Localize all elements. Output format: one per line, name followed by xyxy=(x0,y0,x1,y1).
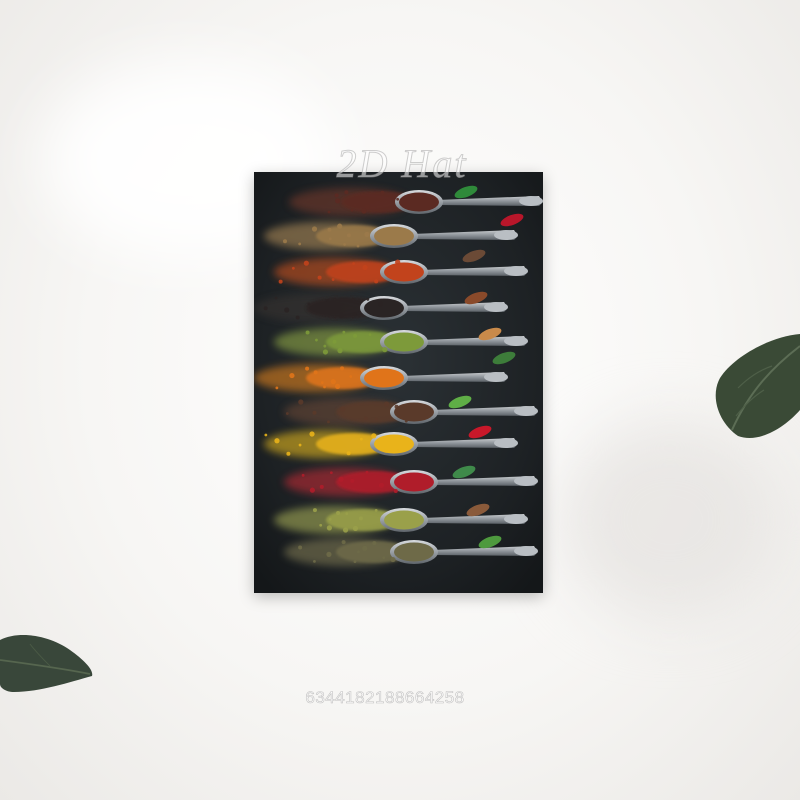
spice-poster-image xyxy=(254,172,543,593)
leaf-left-image xyxy=(0,635,93,692)
watermark-bottom: 6344182188664258 xyxy=(305,688,465,708)
leaf-right-image xyxy=(715,334,800,438)
watermark-top: 2D Hat xyxy=(336,141,468,187)
background-haze xyxy=(560,420,780,620)
